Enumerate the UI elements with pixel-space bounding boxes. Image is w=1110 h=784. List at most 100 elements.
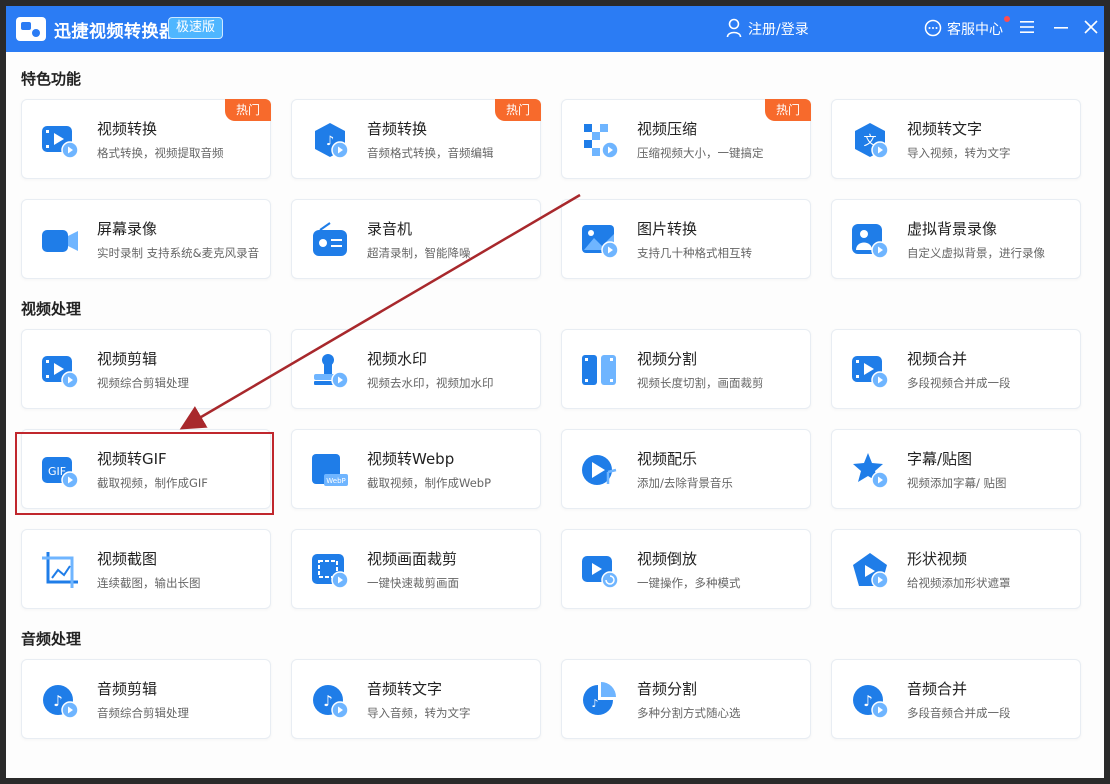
- section-title: 音频处理: [21, 630, 82, 648]
- function-card-music[interactable]: 视频配乐 添加/去除背景音乐: [561, 429, 811, 509]
- chat-icon[interactable]: [924, 19, 942, 37]
- music-icon: [580, 450, 620, 490]
- function-card-virtual-bg[interactable]: 虚拟背景录像自定义虚拟背景，进行录像: [831, 199, 1081, 279]
- title-bar: 迅捷视频转换器 极速版 注册/登录 客服中心: [6, 6, 1104, 52]
- card-title: 字幕/贴图: [907, 450, 973, 468]
- card-description: 格式转换，视频提取音频: [97, 146, 224, 160]
- card-description: 支持几十种格式相互转: [637, 246, 752, 260]
- svg-text:♪: ♪: [591, 697, 598, 710]
- function-card-reverse[interactable]: 视频倒放 一键操作，多种模式: [561, 529, 811, 609]
- card-description: 超清录制，智能降噪: [367, 246, 471, 260]
- service-center-link[interactable]: 客服中心: [947, 19, 1003, 39]
- hot-badge: 热门: [225, 99, 271, 121]
- card-description: 视频综合剪辑处理: [97, 376, 189, 390]
- audio-edit-icon: ♪: [40, 680, 80, 720]
- function-card-screen-record[interactable]: 屏幕录像 实时录制 支持系统&麦克风录音: [21, 199, 271, 279]
- card-title: 视频水印: [367, 350, 428, 368]
- card-title: 音频转文字: [367, 680, 443, 698]
- card-title: 屏幕录像: [97, 220, 158, 238]
- hot-badge: 热门: [495, 99, 541, 121]
- edition-badge: 极速版: [168, 17, 224, 39]
- function-card-audio-convert[interactable]: ♪ 音频转换 音频格式转换，音频编辑 热门: [291, 99, 541, 179]
- section-title: 视频处理: [21, 300, 82, 318]
- function-card-subtitle[interactable]: 字幕/贴图 视频添加字幕/ 贴图: [831, 429, 1081, 509]
- function-card-audio-to-text[interactable]: ♪ 音频转文字导入音频，转为文字: [291, 659, 541, 739]
- subtitle-icon: [850, 450, 890, 490]
- close-icon[interactable]: [1082, 18, 1100, 36]
- card-description: 给视频添加形状遮罩: [907, 576, 1011, 590]
- card-description: 视频长度切割，画面裁剪: [637, 376, 764, 390]
- function-card-video-compress[interactable]: 视频压缩 压缩视频大小，一键搞定 热门: [561, 99, 811, 179]
- function-card-image-convert[interactable]: 图片转换支持几十种格式相互转: [561, 199, 811, 279]
- card-description: 多段视频合并成一段: [907, 376, 1011, 390]
- app-logo-icon: [16, 17, 46, 41]
- video-merge-icon: [850, 350, 890, 390]
- card-title: 视频压缩: [637, 120, 698, 138]
- card-description: 多种分割方式随心选: [637, 706, 741, 720]
- function-card-audio-merge[interactable]: ♪ 音频合并多段音频合并成一段: [831, 659, 1081, 739]
- function-card-crop[interactable]: 视频画面裁剪一键快速裁剪画面: [291, 529, 541, 609]
- function-card-video-split[interactable]: 视频分割视频长度切割，画面裁剪: [561, 329, 811, 409]
- card-title: 视频转Webp: [367, 450, 455, 468]
- card-title: 图片转换: [637, 220, 698, 238]
- function-card-video-merge[interactable]: 视频合并 多段视频合并成一段: [831, 329, 1081, 409]
- card-description: 多段音频合并成一段: [907, 706, 1011, 720]
- app-title: 迅捷视频转换器: [54, 22, 177, 42]
- card-title: 视频剪辑: [97, 350, 158, 368]
- card-title: 视频画面裁剪: [367, 550, 458, 568]
- function-card-screenshot[interactable]: 视频截图连续截图，输出长图: [21, 529, 271, 609]
- audio-split-icon: ♪: [580, 680, 620, 720]
- user-icon[interactable]: [726, 18, 742, 38]
- video-compress-icon: [580, 120, 620, 160]
- card-title: 音频转换: [367, 120, 428, 138]
- audio-merge-icon: ♪: [850, 680, 890, 720]
- card-description: 连续截图，输出长图: [97, 576, 201, 590]
- function-card-video-edit[interactable]: 视频剪辑视频综合剪辑处理: [21, 329, 271, 409]
- function-card-watermark[interactable]: 视频水印视频去水印，视频加水印: [291, 329, 541, 409]
- card-description: 导入音频，转为文字: [367, 706, 471, 720]
- function-card-video-to-text[interactable]: 文视频转文字 导入视频，转为文字: [831, 99, 1081, 179]
- function-card-recorder[interactable]: 录音机超清录制，智能降噪: [291, 199, 541, 279]
- card-title: 录音机: [367, 220, 413, 238]
- card-title: 视频截图: [97, 550, 158, 568]
- video-edit-icon: [40, 350, 80, 390]
- card-description: 截取视频，制作成GIF: [97, 476, 208, 490]
- svg-text:♪: ♪: [323, 692, 333, 710]
- minimize-icon[interactable]: [1052, 18, 1070, 36]
- hot-badge: 热门: [765, 99, 811, 121]
- svg-text:♪: ♪: [53, 692, 63, 710]
- section-title: 特色功能: [21, 70, 82, 88]
- gif-icon: GIF: [40, 450, 80, 490]
- function-card-gif[interactable]: GIF 视频转GIF 截取视频，制作成GIF: [21, 429, 271, 509]
- shape-icon: [850, 550, 890, 590]
- function-card-webp[interactable]: WebP 视频转Webp 截取视频，制作成WebP: [291, 429, 541, 509]
- svg-text:WebP: WebP: [326, 477, 345, 485]
- card-description: 视频去水印，视频加水印: [367, 376, 494, 390]
- image-convert-icon: [580, 220, 620, 260]
- card-description: 一键快速裁剪画面: [367, 576, 459, 590]
- function-card-audio-split[interactable]: ♪ 音频分割多种分割方式随心选: [561, 659, 811, 739]
- audio-to-text-icon: ♪: [310, 680, 350, 720]
- video-split-icon: [580, 350, 620, 390]
- menu-icon[interactable]: [1019, 18, 1035, 36]
- virtual-bg-icon: [850, 220, 890, 260]
- screenshot-icon: [40, 550, 80, 590]
- card-description: 音频格式转换，音频编辑: [367, 146, 494, 160]
- card-description: 自定义虚拟背景，进行录像: [907, 246, 1045, 260]
- function-card-video-convert[interactable]: 视频转换 格式转换，视频提取音频 热门: [21, 99, 271, 179]
- svg-text:♪: ♪: [863, 692, 873, 710]
- function-card-shape[interactable]: 形状视频 给视频添加形状遮罩: [831, 529, 1081, 609]
- card-description: 添加/去除背景音乐: [637, 476, 733, 490]
- card-title: 音频合并: [907, 680, 968, 698]
- card-title: 音频剪辑: [97, 680, 158, 698]
- function-card-audio-edit[interactable]: ♪ 音频剪辑音频综合剪辑处理: [21, 659, 271, 739]
- card-description: 导入视频，转为文字: [907, 146, 1011, 160]
- card-title: 视频分割: [637, 350, 698, 368]
- card-title: 虚拟背景录像: [907, 220, 998, 238]
- card-description: 音频综合剪辑处理: [97, 706, 189, 720]
- login-link[interactable]: 注册/登录: [748, 19, 809, 39]
- watermark-icon: [310, 350, 350, 390]
- card-description: 一键操作，多种模式: [637, 576, 741, 590]
- card-title: 音频分割: [637, 680, 698, 698]
- video-convert-icon: [40, 120, 80, 160]
